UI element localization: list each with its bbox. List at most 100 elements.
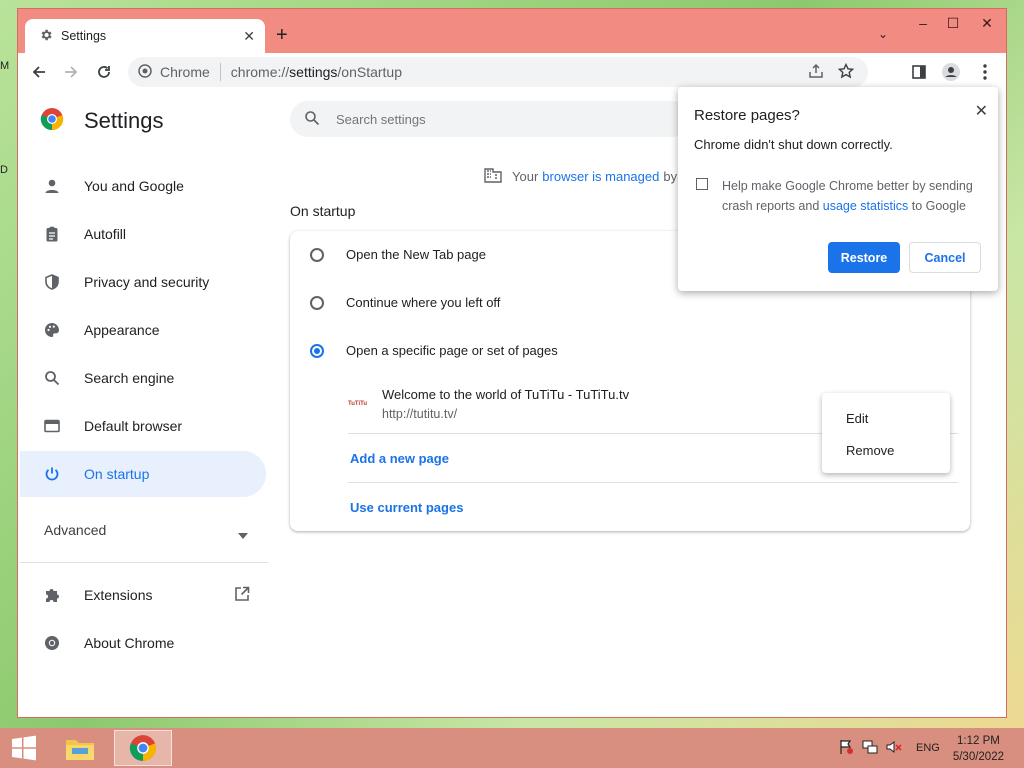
page-entry-title: Welcome to the world of TuTiTu - TuTiTu.… (382, 387, 630, 402)
shield-icon (42, 272, 62, 292)
page-title: Settings (84, 107, 164, 133)
omnibox-actions (808, 62, 855, 82)
managed-text-suffix: by (663, 169, 678, 184)
radio-open-new-tab[interactable]: Open the New Tab page (310, 247, 486, 262)
sidebar-item-about-chrome[interactable]: About Chrome (20, 620, 266, 666)
sidebar-item-appearance[interactable]: Appearance (20, 307, 266, 353)
sidebar-divider (20, 562, 268, 563)
cancel-button[interactable]: Cancel (909, 242, 981, 273)
restore-button[interactable]: Restore (828, 242, 900, 273)
search-icon (42, 368, 62, 388)
use-current-pages-button[interactable]: Use current pages (350, 500, 463, 515)
search-icon (304, 110, 320, 129)
share-icon[interactable] (808, 63, 824, 82)
radio-label: Open the New Tab page (346, 247, 486, 262)
sidebar-item-default-browser[interactable]: Default browser (20, 403, 266, 449)
url-path: /onStartup (337, 64, 403, 80)
dialog-message: Chrome didn't shut down correctly. (694, 137, 893, 152)
sidebar-item-privacy-and-security[interactable]: Privacy and security (20, 259, 266, 305)
browser-toolbar: Chrome chrome://settings/onStartup (18, 53, 1006, 91)
url-prefix: chrome:// (230, 64, 290, 80)
menu-item-edit[interactable]: Edit (846, 411, 868, 426)
windows-taskbar: ENG 1:12 PM 5/30/2022 (0, 728, 1024, 768)
sidebar-item-label: Search engine (84, 370, 175, 386)
sidebar-item-extensions[interactable]: Extensions (20, 572, 266, 618)
bookmark-star-icon[interactable] (837, 62, 855, 82)
minimize-button[interactable]: – (908, 15, 938, 33)
close-tab-icon[interactable]: ✕ (243, 28, 255, 45)
system-tray: ENG (838, 728, 940, 768)
desktop-icon-label-fragment[interactable]: M (0, 60, 9, 72)
managed-link[interactable]: browser is managed (542, 169, 659, 184)
chevron-down-icon (238, 527, 248, 542)
volume-muted-icon[interactable] (886, 739, 902, 758)
sidebar-item-label: About Chrome (84, 635, 175, 651)
tab-title: Settings (61, 29, 107, 43)
gear-icon (39, 28, 53, 45)
radio-button[interactable] (310, 247, 324, 262)
sidebar-item-label: Autofill (84, 226, 127, 242)
tab-search-button[interactable]: ⌄ (878, 27, 888, 41)
close-icon[interactable]: ✕ (975, 101, 988, 121)
sidebar-item-label: On startup (84, 466, 150, 482)
omnibox-divider (219, 63, 221, 81)
forward-arrow-icon[interactable] (60, 61, 82, 83)
chrome-logo-icon (40, 107, 64, 134)
side-panel-icon[interactable] (908, 61, 930, 83)
clock-time: 1:12 PM (957, 735, 1000, 747)
radio-button-selected[interactable] (310, 343, 324, 358)
back-arrow-icon[interactable] (28, 61, 50, 83)
maximize-button[interactable]: ☐ (938, 15, 968, 33)
close-window-button[interactable]: ✕ (972, 15, 1002, 33)
taskbar-clock[interactable]: 1:12 PM 5/30/2022 (953, 733, 1004, 765)
managed-text-prefix: Your (512, 169, 539, 184)
site-label: Chrome (160, 64, 210, 80)
file-explorer-icon[interactable] (56, 730, 104, 766)
radio-continue-where-left-off[interactable]: Continue where you left off (310, 295, 500, 310)
managed-notice: Your browser is managed by (484, 167, 677, 186)
clipboard-icon (42, 224, 62, 244)
site-favicon: TuTiTu (348, 401, 367, 407)
windows-start-icon[interactable] (0, 730, 48, 766)
sidebar-item-you-and-google[interactable]: You and Google (20, 163, 266, 209)
sidebar-item-search-engine[interactable]: Search engine (20, 355, 266, 401)
action-center-flag-icon[interactable] (838, 739, 854, 758)
radio-button[interactable] (310, 295, 324, 310)
palette-icon (42, 320, 62, 340)
add-new-page-button[interactable]: Add a new page (350, 451, 449, 466)
page-entry-url: http://tutitu.tv/ (382, 407, 458, 421)
checkbox-text-2: to Google (911, 199, 966, 213)
profile-avatar-icon[interactable] (940, 61, 962, 83)
sidebar-item-label: You and Google (84, 178, 184, 194)
crash-report-checkbox[interactable] (696, 178, 708, 190)
menu-kebab-icon[interactable] (974, 61, 996, 83)
new-tab-button[interactable]: + (276, 24, 288, 46)
advanced-label: Advanced (44, 522, 107, 538)
desktop-icon-label-fragment[interactable]: D (0, 164, 8, 176)
dialog-title: Restore pages? (694, 107, 800, 124)
sidebar-item-autofill[interactable]: Autofill (20, 211, 266, 257)
sidebar-advanced-toggle[interactable]: Advanced (20, 507, 266, 553)
search-settings-field[interactable] (290, 101, 690, 137)
tab-settings[interactable]: Settings ✕ (25, 19, 265, 53)
search-input[interactable] (334, 110, 668, 128)
language-indicator[interactable]: ENG (916, 742, 940, 754)
sidebar-item-label: Appearance (84, 322, 160, 338)
clock-date: 5/30/2022 (952, 751, 1004, 763)
sidebar-item-label: Privacy and security (84, 274, 210, 290)
settings-header: Settings (40, 107, 164, 134)
chrome-window: – ☐ ✕ Settings ✕ + ⌄ Chrome chrome://set… (17, 8, 1007, 718)
building-icon (484, 167, 502, 186)
sidebar-item-on-startup[interactable]: On startup (20, 451, 266, 497)
address-bar[interactable]: Chrome chrome://settings/onStartup (128, 57, 868, 87)
chrome-taskbar-icon[interactable] (114, 730, 172, 766)
reload-icon[interactable] (93, 61, 115, 83)
settings-sidebar: Settings You and Google Autofill Privacy… (18, 91, 278, 717)
browser-window-icon (42, 416, 62, 436)
radio-open-specific-pages[interactable]: Open a specific page or set of pages (310, 343, 558, 358)
network-icon[interactable] (862, 739, 878, 758)
person-icon (42, 176, 62, 196)
checkbox-label: Help make Google Chrome better by sendin… (722, 176, 982, 216)
usage-statistics-link[interactable]: usage statistics (823, 199, 908, 213)
menu-item-remove[interactable]: Remove (846, 443, 894, 458)
